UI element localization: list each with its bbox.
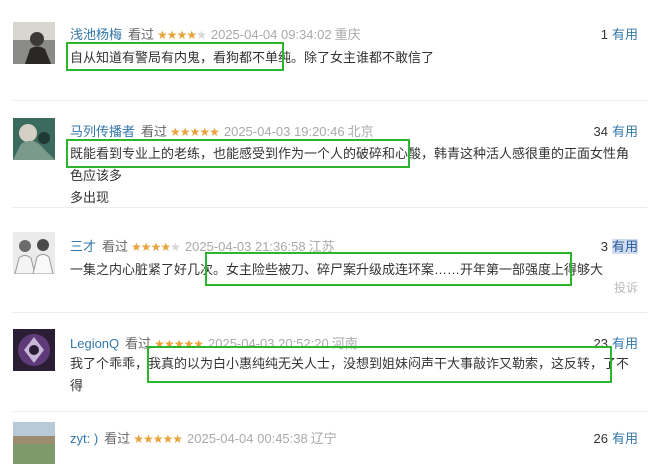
review-line: 我了个乖乖，我真的以为白小惠纯纯无关人士，没想到姐妹闷声干大事敲诈又勒索，这反转… [70,356,630,393]
useful-button[interactable]: 有用 [611,239,638,254]
review-meta: 浅池杨梅 看过 ★★★★★ 2025-04-04 09:34:02 重庆 [70,24,361,43]
review-text: 自从知道有警局有内鬼，看狗都不单纯。除了女主谁都不敢信了 [70,47,640,69]
useful-button[interactable]: 有用 [612,124,638,139]
review-meta: 三才 看过 ★★★★★ 2025-04-03 21:36:58 江苏 [70,236,335,255]
review-meta: 马列传播者 看过 ★★★★★ 2025-04-03 19:20:46 北京 [70,121,374,140]
star-icon: ★ [199,125,210,139]
useful-button[interactable]: 有用 [612,27,638,42]
star-icon: ★ [170,240,181,254]
review-line: 既能看到专业上的老练，也能感受到作为一个人的破碎和心酸，韩青这种活人感很重的正面… [70,146,630,183]
useful-vote[interactable]: 1 有用 [601,24,638,43]
avatar[interactable] [13,232,55,274]
star-icon: ★ [196,28,207,42]
review-date: 2025-04-04 09:34:02 [210,27,332,42]
star-icon: ★ [183,337,194,351]
useful-vote[interactable]: 3 有用 [601,236,638,255]
star-icon: ★ [176,28,188,42]
star-icon: ★ [172,432,183,446]
star-icon: ★ [186,28,197,42]
star-icon: ★ [154,337,165,351]
divider [13,100,647,101]
review-date: 2025-04-04 00:45:38 [187,431,308,446]
divider [13,411,647,412]
username-link[interactable]: 浅池杨梅 [70,27,122,42]
avatar[interactable] [13,422,55,464]
useful-count: 34 [593,124,608,139]
star-icon: ★ [173,337,185,351]
star-icon: ★ [142,432,154,446]
username-link[interactable]: LegionQ [70,336,119,351]
avatar[interactable] [13,22,55,64]
review-location: 辽宁 [310,431,337,446]
useful-button[interactable]: 有用 [612,431,638,446]
avatar[interactable] [13,118,55,160]
review-location: 江苏 [308,239,335,254]
rating-stars: ★★★★★ [170,125,220,139]
rating-stars: ★★★★★ [133,432,183,446]
useful-vote[interactable]: 23 有用 [594,333,638,352]
star-icon: ★ [157,28,168,42]
divider [13,312,647,313]
useful-count: 3 [600,239,608,254]
username-link[interactable]: zyt: ) [70,431,98,446]
watch-status: 看过 [104,431,131,446]
star-icon: ★ [179,125,191,139]
username-link[interactable]: 马列传播者 [70,124,135,139]
review-location: 河南 [331,336,358,351]
useful-vote[interactable]: 34 有用 [594,121,638,140]
watch-status: 看过 [128,27,155,42]
review-text: 我了个乖乖，我真的以为白小惠纯纯无关人士，没想到姐妹闷声干大事敲诈又勒索，这反转… [70,353,640,397]
review-meta: zyt: ) 看过 ★★★★★ 2025-04-04 00:45:38 辽宁 [70,428,337,447]
review-text: 一集之内心脏紧了好几次。女主险些被刀、碎尸案升级成连环案……开年第一部强度上得够… [70,259,640,281]
star-icon: ★ [170,125,181,139]
watch-status: 看过 [141,124,168,139]
useful-vote[interactable]: 26 有用 [594,428,638,447]
useful-count: 1 [600,27,608,42]
divider [13,207,647,208]
star-icon: ★ [189,125,201,139]
star-icon: ★ [133,432,144,446]
star-icon: ★ [131,240,142,254]
review-location: 北京 [347,124,374,139]
star-icon: ★ [150,240,162,254]
review-meta: LegionQ 看过 ★★★★★ 2025-04-03 20:52:20 河南 [70,333,358,352]
useful-button[interactable]: 有用 [612,336,638,351]
star-icon: ★ [193,337,204,351]
review-text: 既能看到专业上的老练，也能感受到作为一个人的破碎和心酸，韩青这种活人感很重的正面… [70,143,640,209]
review-line: 一集之内心脏紧了好几次。女主险些被刀、碎尸案升级成连环案……开年第一部强度上得够… [70,262,604,277]
review-line: 自从知道有警局有内鬼，看狗都不单纯。除了女主谁都不敢信了 [70,50,435,65]
review-date: 2025-04-03 20:52:20 [208,336,329,351]
avatar[interactable] [13,329,55,371]
watch-status: 看过 [102,239,129,254]
rating-stars: ★★★★★ [157,28,207,42]
review-location: 重庆 [334,27,361,42]
useful-count: 23 [593,336,608,351]
report-link[interactable]: 投诉 [614,279,638,296]
review-date: 2025-04-03 19:20:46 [223,124,345,139]
star-icon: ★ [166,28,178,42]
review-date: 2025-04-03 21:36:58 [184,239,306,254]
star-icon: ★ [162,432,173,446]
username-link[interactable]: 三才 [70,239,96,254]
star-icon: ★ [160,240,171,254]
useful-count: 26 [593,431,608,446]
star-icon: ★ [209,125,220,139]
star-icon: ★ [163,337,175,351]
watch-status: 看过 [125,336,152,351]
review-line: 多出现 [70,190,110,205]
star-icon: ★ [140,240,152,254]
rating-stars: ★★★★★ [131,240,181,254]
rating-stars: ★★★★★ [154,337,204,351]
